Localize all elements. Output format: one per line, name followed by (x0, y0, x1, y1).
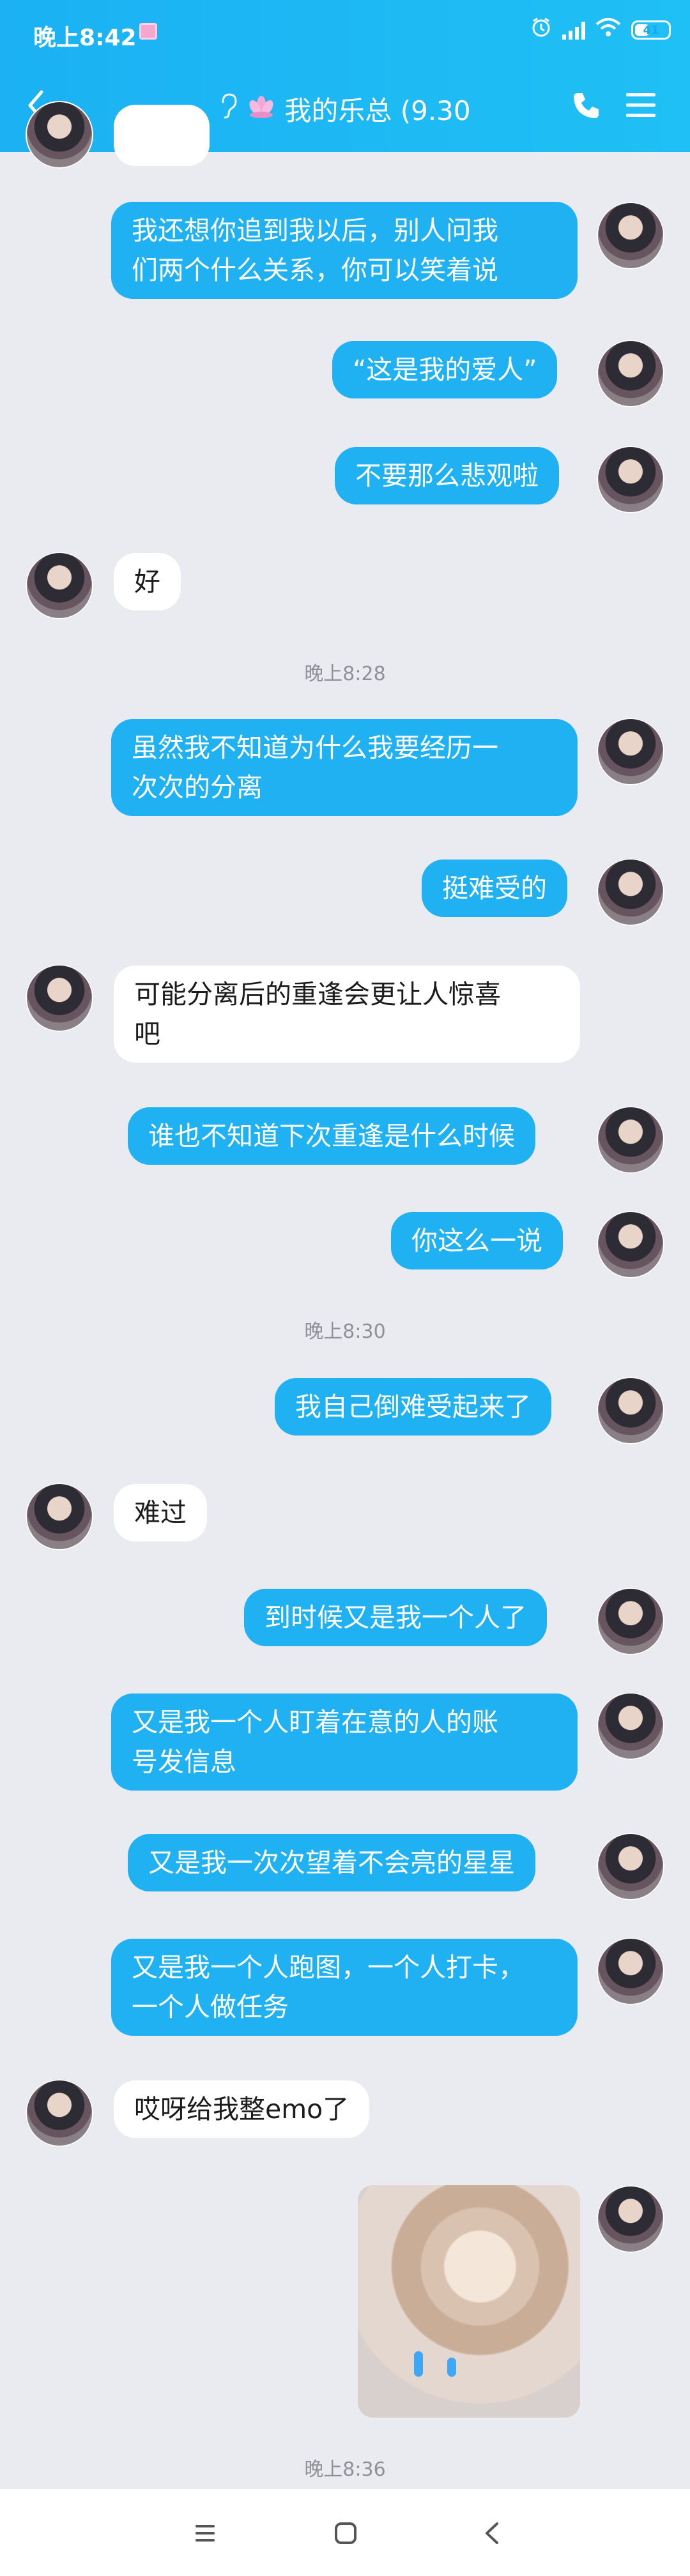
chat-area[interactable]: 我还想你追到我以后，别人问我 们两个什么关系，你可以笑着说 “这是我的爱人” 不… (0, 101, 690, 2489)
contact-avatar[interactable] (26, 2079, 93, 2147)
message-bubble-out[interactable]: 挺难受的 (422, 860, 567, 917)
message-bubble-in[interactable]: 哎呀给我整emo了 (114, 2080, 370, 2138)
phone-call-button[interactable] (570, 89, 602, 121)
back-nav-button[interactable] (477, 2517, 509, 2549)
contact-avatar[interactable] (26, 101, 93, 169)
status-time: 晚上8:42 (33, 25, 137, 51)
alarm-icon (530, 17, 552, 43)
battery-icon: 41 (631, 20, 671, 40)
home-button[interactable] (330, 2517, 362, 2549)
teardrop-decoration (447, 2358, 456, 2377)
chat-title: 我的乐总 (9.30 (284, 95, 471, 126)
my-avatar[interactable] (597, 1692, 664, 1760)
message-bubble-out[interactable]: 不要那么悲观啦 (335, 447, 559, 504)
my-avatar[interactable] (597, 340, 664, 407)
my-avatar[interactable] (597, 1106, 664, 1174)
message-bubble-out[interactable]: 你这么一说 (391, 1212, 563, 1269)
my-avatar[interactable] (597, 1377, 664, 1444)
message-bubble-out[interactable]: 又是我一次次望着不会亮的星星 (128, 1834, 535, 1891)
message-bubble-partial (114, 105, 210, 166)
menu-button[interactable] (625, 91, 657, 120)
message-bubble-in[interactable]: 好 (114, 553, 181, 610)
contact-avatar[interactable] (26, 1483, 93, 1550)
message-bubble-out[interactable]: 谁也不知道下次重逢是什么时候 (128, 1107, 535, 1165)
message-bubble-in[interactable]: 难过 (114, 1484, 207, 1542)
image-message-cat[interactable] (358, 2185, 580, 2418)
message-bubble-in[interactable]: 可能分离后的重逢会更让人惊喜 吧 (114, 966, 580, 1063)
recent-apps-button[interactable] (189, 2517, 221, 2549)
my-avatar[interactable] (597, 1211, 664, 1278)
my-avatar[interactable] (597, 1833, 664, 1900)
teardrop-decoration (414, 2351, 423, 2377)
wifi-icon (595, 18, 621, 42)
message-bubble-out[interactable]: 又是我一个人盯着在意的人的账 号发信息 (111, 1693, 578, 1791)
timestamp: 晚上8:30 (304, 1321, 386, 1343)
message-bubble-out[interactable]: “这是我的爱人” (332, 341, 558, 398)
message-bubble-out[interactable]: 到时候又是我一个人了 (244, 1589, 547, 1646)
timestamp: 晚上8:36 (304, 2459, 386, 2481)
lotus-emoji-icon (247, 93, 275, 125)
signal-icon (562, 20, 585, 40)
battery-level: 41 (643, 23, 659, 37)
system-navigation-bar (0, 2489, 690, 2576)
status-icons: 41 (530, 17, 671, 43)
ear-icon (219, 93, 238, 125)
timestamp: 晚上8:28 (304, 663, 386, 685)
contact-avatar[interactable] (26, 552, 93, 619)
my-avatar[interactable] (597, 446, 664, 513)
my-avatar[interactable] (597, 202, 664, 269)
message-bubble-out[interactable]: 我自己倒难受起来了 (275, 1378, 551, 1436)
contact-avatar[interactable] (26, 964, 93, 1032)
message-bubble-out[interactable]: 虽然我不知道为什么我要经历一 次次的分离 (111, 719, 578, 816)
my-avatar[interactable] (597, 718, 664, 785)
message-bubble-out[interactable]: 又是我一个人跑图，一个人打卡， 一个人做任务 (111, 1939, 578, 2036)
my-avatar[interactable] (597, 1937, 664, 2005)
my-avatar[interactable] (597, 858, 664, 926)
my-avatar[interactable] (597, 1587, 664, 1655)
chat-header: 晚上8:42 41 我的乐总 (9.30 (0, 0, 690, 152)
my-avatar[interactable] (597, 2185, 664, 2253)
notification-icon (139, 23, 157, 40)
message-bubble-out[interactable]: 我还想你追到我以后，别人问我 们两个什么关系，你可以笑着说 (111, 202, 578, 299)
